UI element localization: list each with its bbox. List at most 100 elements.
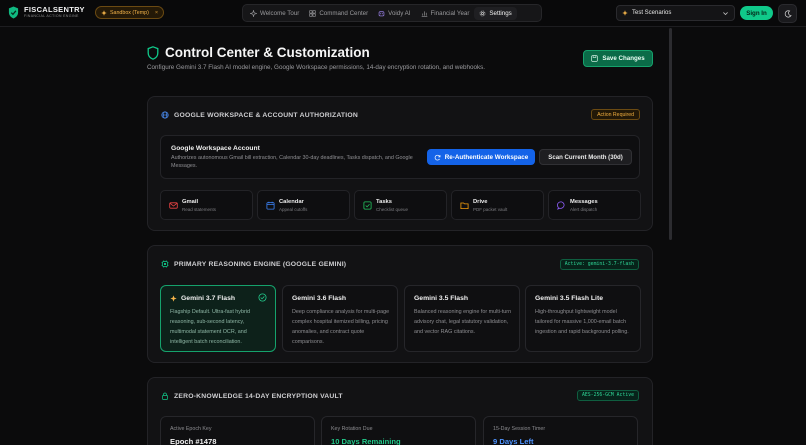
service-gmail[interactable]: Gmail Read statements (160, 190, 253, 220)
folder-icon (460, 202, 469, 210)
nav-voidy-ai[interactable]: Voidy AI (373, 7, 415, 20)
message-icon (557, 201, 565, 210)
engine-heading: PRIMARY REASONING ENGINE (GOOGLE GEMINI) (161, 260, 346, 268)
nav-label: Welcome Tour (260, 9, 300, 17)
engine-heading-text: PRIMARY REASONING ENGINE (GOOGLE GEMINI) (174, 260, 347, 268)
refresh-icon (434, 154, 441, 160)
model-name: Gemini 3.5 Flash Lite (535, 295, 603, 302)
model-desc: High-throughput lightweight model tailor… (535, 309, 629, 335)
sandbox-close-icon[interactable]: × (155, 10, 158, 16)
nav-label: Financial Year (430, 9, 470, 17)
service-tasks[interactable]: Tasks Checklist queue (354, 190, 447, 220)
brand-tagline: FINANCIAL ACTION ENGINE (24, 14, 79, 19)
save-label: Save Changes (602, 55, 645, 62)
service-desc: Alert dispatch (570, 207, 598, 212)
service-name: Tasks (376, 199, 393, 205)
vault-card-label: 15-Day Session Timer (493, 426, 546, 432)
nav-financial-year[interactable]: Financial Year (416, 7, 475, 20)
service-drive[interactable]: Drive PDF packet vault (451, 190, 544, 220)
action-required-badge: Action Required (591, 109, 640, 120)
vault-card-epoch: Active Epoch Key Epoch #1478 (160, 416, 315, 445)
service-desc: Appeal cutoffs (279, 207, 308, 212)
engine-panel: PRIMARY REASONING ENGINE (GOOGLE GEMINI)… (147, 245, 653, 363)
model-desc: Balanced reasoning engine for multi-turn… (414, 309, 512, 335)
vault-panel: ZERO-KNOWLEDGE 14-DAY ENCRYPTION VAULT A… (147, 377, 653, 445)
flask-icon (101, 9, 107, 16)
nav-command-center[interactable]: Command Center (304, 7, 373, 20)
vault-heading: ZERO-KNOWLEDGE 14-DAY ENCRYPTION VAULT (161, 392, 343, 400)
model-card-gemini-3-5-flash[interactable]: Gemini 3.5 Flash Balanced reasoning engi… (404, 285, 520, 352)
reauth-label: Re-Authenticate Workspace (444, 153, 529, 161)
shield-icon (147, 46, 159, 60)
main-nav: Welcome Tour Command Center Voidy AI Fin… (242, 4, 542, 22)
nav-label: Settings (489, 9, 512, 17)
save-changes-button[interactable]: Save Changes (583, 50, 653, 67)
gear-icon (480, 10, 486, 16)
workspace-panel: GOOGLE WORKSPACE & ACCOUNT AUTHORIZATION… (147, 96, 653, 231)
service-name: Calendar (279, 199, 304, 205)
theme-toggle-button[interactable] (778, 4, 797, 23)
sparkle-icon (250, 9, 257, 17)
service-desc: Checklist queue (376, 207, 409, 212)
scan-current-month-button[interactable]: Scan Current Month (30d) (539, 149, 632, 165)
service-desc: PDF packet vault (473, 207, 508, 212)
vault-card-session: 15-Day Session Timer 9 Days Left (483, 416, 638, 445)
service-name: Drive (473, 199, 488, 205)
service-calendar[interactable]: Calendar Appeal cutoffs (257, 190, 350, 220)
workspace-heading: GOOGLE WORKSPACE & ACCOUNT AUTHORIZATION (161, 111, 358, 119)
shield-logo-icon (8, 6, 19, 19)
checkbox-icon (363, 201, 372, 210)
active-model-badge: Active: gemini-3.7-flash (559, 259, 639, 270)
vault-card-rotation: Key Rotation Due 10 Days Remaining (321, 416, 476, 445)
grid-icon (309, 9, 316, 17)
scrollbar-thumb[interactable] (669, 28, 672, 240)
bar-chart-icon (421, 10, 427, 17)
vault-card-label: Key Rotation Due (331, 426, 373, 432)
vault-card-value: 10 Days Remaining (331, 437, 401, 445)
model-title: Gemini 3.7 Flash (170, 295, 235, 302)
check-circle-icon (258, 293, 267, 302)
calendar-icon (266, 201, 275, 210)
sign-in-button[interactable]: Sign In (740, 6, 773, 20)
model-desc: Flagship Default. Ultra-fast hybrid reas… (170, 309, 250, 345)
mail-icon (169, 202, 178, 209)
service-name: Gmail (182, 199, 199, 205)
account-description: Authorizes autonomous Gmail bill extract… (171, 155, 413, 169)
scenario-select[interactable]: Test Scenarios (616, 5, 735, 21)
top-bar: FISCALSENTRY FINANCIAL ACTION ENGINE San… (0, 0, 806, 27)
chevron-down-icon (723, 11, 728, 15)
model-name: Gemini 3.6 Flash (292, 295, 347, 302)
nav-welcome-tour[interactable]: Welcome Tour (245, 7, 304, 20)
moon-icon (784, 9, 792, 17)
model-name: Gemini 3.5 Flash (414, 295, 469, 302)
nav-label: Command Center (319, 9, 369, 17)
lock-icon (162, 392, 168, 400)
sparkle-icon (170, 295, 177, 302)
model-card-gemini-3-5-flash-lite[interactable]: Gemini 3.5 Flash Lite High-throughput li… (525, 285, 641, 352)
cpu-icon (161, 260, 169, 268)
model-card-gemini-3-7-flash[interactable]: Gemini 3.7 Flash Flagship Default. Ultra… (160, 285, 276, 352)
nav-settings[interactable]: Settings (474, 6, 517, 20)
service-messages[interactable]: Messages Alert dispatch (548, 190, 641, 220)
reauthenticate-button[interactable]: Re-Authenticate Workspace (427, 149, 535, 165)
model-desc: Deep compliance analysis for multi-page … (292, 309, 390, 345)
service-desc: Read statements (182, 207, 217, 212)
workspace-heading-text: GOOGLE WORKSPACE & ACCOUNT AUTHORIZATION (174, 111, 358, 119)
vault-card-value: Epoch #1478 (170, 437, 217, 445)
model-title: Gemini 3.5 Flash Lite (535, 295, 603, 302)
brand[interactable]: FISCALSENTRY FINANCIAL ACTION ENGINE (8, 6, 85, 19)
bot-icon (378, 10, 385, 16)
nav-label: Voidy AI (388, 9, 411, 17)
vault-card-label: Active Epoch Key (170, 426, 212, 432)
sandbox-badge[interactable]: Sandbox (Temp) × (95, 6, 165, 19)
vault-card-value: 9 Days Left (493, 437, 534, 445)
account-title: Google Workspace Account (171, 145, 260, 152)
brand-name: FISCALSENTRY (24, 5, 85, 15)
model-title: Gemini 3.5 Flash (414, 295, 468, 302)
save-icon (591, 55, 598, 62)
encryption-badge: AES-256-GCM Active (577, 390, 639, 401)
model-title: Gemini 3.6 Flash (292, 295, 346, 302)
model-card-gemini-3-6-flash[interactable]: Gemini 3.6 Flash Deep compliance analysi… (282, 285, 398, 352)
flask-icon (622, 10, 628, 16)
model-name: Gemini 3.7 Flash (181, 295, 236, 302)
